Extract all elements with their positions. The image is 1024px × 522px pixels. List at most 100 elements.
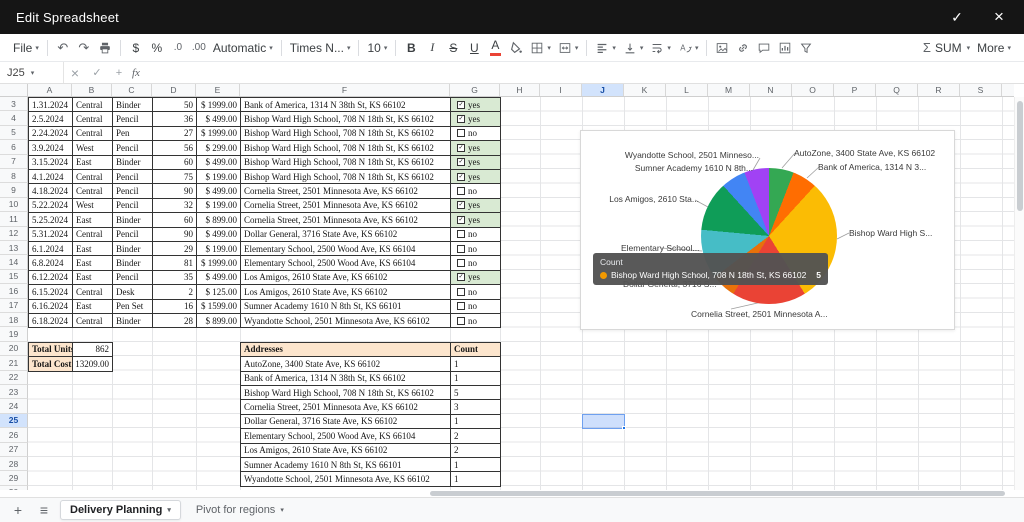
cell-A17[interactable]: 6.16.2024 (28, 299, 73, 314)
row-header-17[interactable]: 17 (0, 299, 28, 313)
cell-A10[interactable]: 5.22.2024 (28, 198, 73, 213)
all-sheets-button[interactable]: ≡ (34, 502, 54, 518)
file-menu-button[interactable]: File▾ (10, 37, 42, 59)
cell-D6[interactable]: 56 (152, 140, 197, 155)
cell-F26[interactable]: Elementary School, 2500 Wood Ave, KS 661… (240, 428, 451, 443)
cell-E5[interactable]: $ 1999.00 (196, 126, 241, 141)
cell-E14[interactable]: $ 1999.00 (196, 255, 241, 270)
cell-E4[interactable]: $ 499.00 (196, 111, 241, 126)
cell-A6[interactable]: 3.9.2024 (28, 140, 73, 155)
cell-F11[interactable]: Cornelia Street, 2501 Minnesota Ave, KS … (240, 212, 451, 227)
row-header-12[interactable]: 12 (0, 227, 28, 241)
horizontal-scrollbar[interactable] (28, 490, 1014, 497)
cell-F5[interactable]: Bishop Ward High School, 708 N 18th St, … (240, 126, 451, 141)
checkbox-cell-G16[interactable]: no (450, 284, 501, 299)
column-header-S[interactable]: S (960, 84, 1002, 96)
cell-F22[interactable]: Bank of America, 1314 N 38th St, KS 6610… (240, 371, 451, 386)
row-header-15[interactable]: 15 (0, 270, 28, 284)
row-header-28[interactable]: 28 (0, 457, 28, 471)
checkbox-unchecked-icon[interactable] (457, 288, 465, 296)
sum-dropdown[interactable]: ΣSUM▾ (920, 37, 973, 59)
checkbox-cell-G3[interactable]: ✓yes (450, 97, 501, 112)
row-header-6[interactable]: 6 (0, 140, 28, 154)
row-header-4[interactable]: 4 (0, 111, 28, 125)
checkbox-checked-icon[interactable]: ✓ (457, 216, 465, 224)
cell-B10[interactable]: West (72, 198, 113, 213)
cell-C13[interactable]: Binder (112, 241, 153, 256)
column-header-M[interactable]: M (708, 84, 750, 96)
row-header-14[interactable]: 14 (0, 255, 28, 269)
cell-F12[interactable]: Dollar General, 3716 State Ave, KS 66102 (240, 227, 451, 242)
underline-button[interactable]: U (464, 37, 484, 59)
checkbox-unchecked-icon[interactable] (457, 230, 465, 238)
cell-D9[interactable]: 90 (152, 183, 197, 198)
confirm-edit-icon[interactable]: ✓ (86, 66, 108, 79)
cell-D14[interactable]: 81 (152, 255, 197, 270)
column-header-F[interactable]: F (240, 84, 450, 96)
cell-E16[interactable]: $ 125.00 (196, 284, 241, 299)
cell-D4[interactable]: 36 (152, 111, 197, 126)
checkbox-checked-icon[interactable]: ✓ (457, 201, 465, 209)
cell-E3[interactable]: $ 1999.00 (196, 97, 241, 112)
cell-C15[interactable]: Pencil (112, 270, 153, 285)
cell-G25[interactable]: 1 (450, 414, 501, 429)
checkbox-checked-icon[interactable]: ✓ (457, 101, 465, 109)
cell-G29[interactable]: 1 (450, 471, 501, 486)
checkbox-unchecked-icon[interactable] (457, 302, 465, 310)
cell-F15[interactable]: Los Amigos, 2610 State Ave, KS 66102 (240, 270, 451, 285)
checkbox-cell-G6[interactable]: ✓yes (450, 140, 501, 155)
cell-A12[interactable]: 5.31.2024 (28, 227, 73, 242)
cell-G27[interactable]: 2 (450, 443, 501, 458)
cell-E9[interactable]: $ 499.00 (196, 183, 241, 198)
cell-E10[interactable]: $ 199.00 (196, 198, 241, 213)
cell-B5[interactable]: Central (72, 126, 113, 141)
column-header-Q[interactable]: Q (876, 84, 918, 96)
print-button[interactable] (95, 37, 115, 59)
cell-D13[interactable]: 29 (152, 241, 197, 256)
cell-B12[interactable]: Central (72, 227, 113, 242)
cell-F6[interactable]: Bishop Ward High School, 708 N 18th St, … (240, 140, 451, 155)
cell-F18[interactable]: Wyandotte School, 2501 Minnesota Ave, KS… (240, 313, 451, 328)
checkbox-cell-G10[interactable]: ✓yes (450, 198, 501, 213)
cell-F16[interactable]: Los Amigos, 2610 State Ave, KS 66102 (240, 284, 451, 299)
total-value-cell-B20[interactable]: 862 (72, 342, 113, 357)
cell-F28[interactable]: Sumner Academy 1610 N 8th St, KS 66101 (240, 457, 451, 472)
cell-A18[interactable]: 6.18.2024 (28, 313, 73, 328)
cell-C14[interactable]: Binder (112, 255, 153, 270)
horizontal-scrollbar-thumb[interactable] (430, 491, 1005, 496)
insert-image-button[interactable] (712, 37, 732, 59)
checkbox-unchecked-icon[interactable] (457, 187, 465, 195)
number-format-dropdown[interactable]: Automatic▾ (210, 37, 276, 59)
cell-C4[interactable]: Pencil (112, 111, 153, 126)
insert-function-icon[interactable]: + (108, 67, 130, 79)
fill-handle[interactable] (622, 426, 626, 430)
column-header-A[interactable]: A (28, 84, 72, 96)
checkbox-checked-icon[interactable]: ✓ (457, 273, 465, 281)
cell-D10[interactable]: 32 (152, 198, 197, 213)
checkbox-unchecked-icon[interactable] (457, 317, 465, 325)
cell-B4[interactable]: Central (72, 111, 113, 126)
cell-G22[interactable]: 1 (450, 371, 501, 386)
cell-F21[interactable]: AutoZone, 3400 State Ave, KS 66102 (240, 356, 451, 371)
cell-F25[interactable]: Dollar General, 3716 State Ave, KS 66102 (240, 414, 451, 429)
total-value-cell-B21[interactable]: $ 13209.00 (72, 356, 113, 371)
cell-G26[interactable]: 2 (450, 428, 501, 443)
checkbox-cell-G7[interactable]: ✓yes (450, 155, 501, 170)
cell-A13[interactable]: 6.1.2024 (28, 241, 73, 256)
cell-F13[interactable]: Elementary School, 2500 Wood Ave, KS 661… (240, 241, 451, 256)
cell-D15[interactable]: 35 (152, 270, 197, 285)
cell-F7[interactable]: Bishop Ward High School, 708 N 18th St, … (240, 155, 451, 170)
checkbox-unchecked-icon[interactable] (457, 259, 465, 267)
checkbox-unchecked-icon[interactable] (457, 129, 465, 137)
cell-D3[interactable]: 50 (152, 97, 197, 112)
cell-F14[interactable]: Elementary School, 2500 Wood Ave, KS 661… (240, 255, 451, 270)
text-color-button[interactable]: A (485, 37, 505, 59)
column-header-I[interactable]: I (540, 84, 582, 96)
tab-delivery-planning[interactable]: Delivery Planning▾ (60, 500, 181, 520)
undo-button[interactable]: ↶ (53, 37, 73, 59)
decrease-decimal-button[interactable]: .0 (168, 37, 188, 59)
cell-F17[interactable]: Sumner Academy 1610 N 8th St, KS 66101 (240, 299, 451, 314)
insert-chart-button[interactable] (775, 37, 795, 59)
add-sheet-button[interactable]: + (8, 502, 28, 518)
checkbox-cell-G9[interactable]: no (450, 183, 501, 198)
